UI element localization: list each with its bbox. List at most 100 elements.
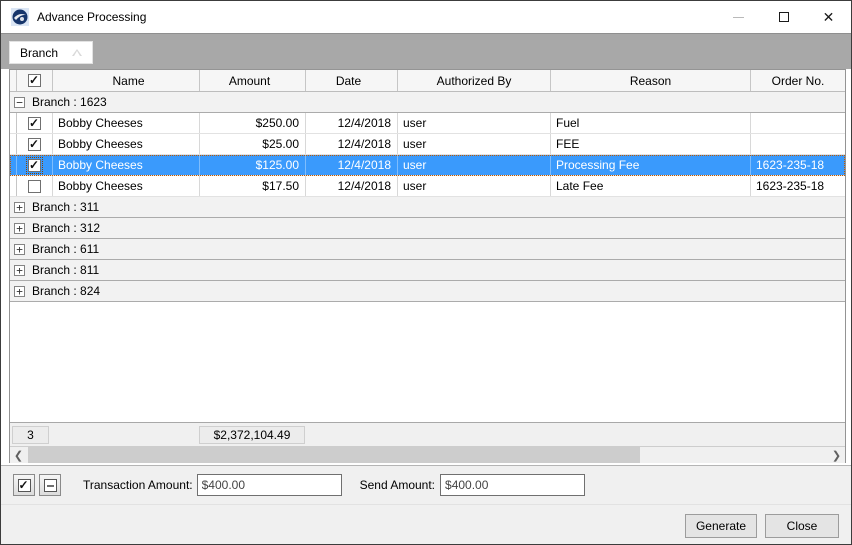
cell-authorized-by[interactable]: user	[398, 113, 551, 133]
expand-icon[interactable]: +	[14, 202, 25, 213]
summary-total: $2,372,104.49	[199, 426, 305, 444]
group-row-branch-311[interactable]: + Branch : 311	[10, 197, 845, 218]
uncheck-all-icon	[44, 479, 57, 492]
cell-date[interactable]: 12/4/2018	[306, 176, 398, 196]
summary-count: 3	[12, 426, 49, 444]
transaction-amount-label: Transaction Amount:	[83, 478, 193, 492]
row-checkbox[interactable]	[28, 159, 41, 172]
header-name[interactable]: Name	[53, 70, 200, 91]
maximize-icon	[779, 12, 789, 22]
title-bar: Advance Processing ✕	[1, 1, 851, 33]
close-button[interactable]: ✕	[806, 1, 851, 33]
collapse-icon[interactable]: −	[14, 97, 25, 108]
check-all-button[interactable]	[13, 474, 35, 496]
cell-amount[interactable]: $125.00	[200, 155, 306, 175]
table-row[interactable]: Bobby Cheeses $17.50 12/4/2018 user Late…	[10, 176, 845, 197]
grid-empty-area	[10, 302, 845, 422]
cell-amount[interactable]: $17.50	[200, 176, 306, 196]
scrollbar-thumb[interactable]	[28, 447, 640, 463]
grid-header-row: Name Amount Date Authorized By Reason Or…	[10, 70, 845, 92]
sort-ascending-icon	[72, 49, 82, 56]
row-checkbox[interactable]	[28, 117, 41, 130]
cell-order-no[interactable]	[751, 134, 845, 154]
cell-name[interactable]: Bobby Cheeses	[53, 134, 200, 154]
row-checkbox-cell[interactable]	[17, 134, 53, 154]
generate-button[interactable]: Generate	[685, 514, 757, 538]
expand-icon[interactable]: +	[14, 286, 25, 297]
maximize-button[interactable]	[761, 1, 806, 33]
group-row-branch-611[interactable]: + Branch : 611	[10, 239, 845, 260]
cell-order-no[interactable]: 1623-235-18	[751, 176, 845, 196]
cell-reason[interactable]: FEE	[551, 134, 751, 154]
header-order-no[interactable]: Order No.	[751, 70, 845, 91]
cell-order-no[interactable]	[751, 113, 845, 133]
row-checkbox-cell[interactable]	[17, 113, 53, 133]
expand-icon[interactable]: +	[14, 244, 25, 255]
group-field-branch[interactable]: Branch	[9, 41, 93, 64]
row-checkbox[interactable]	[28, 138, 41, 151]
header-authorized-by[interactable]: Authorized By	[398, 70, 551, 91]
cell-authorized-by[interactable]: user	[398, 155, 551, 175]
row-indent	[10, 134, 17, 154]
dialog-buttons: Generate Close	[1, 504, 851, 545]
table-row[interactable]: Bobby Cheeses $250.00 12/4/2018 user Fue…	[10, 113, 845, 134]
cell-reason[interactable]: Late Fee	[551, 176, 751, 196]
group-row-branch-312[interactable]: + Branch : 312	[10, 218, 845, 239]
cell-reason[interactable]: Processing Fee	[551, 155, 751, 175]
cell-authorized-by[interactable]: user	[398, 176, 551, 196]
header-date[interactable]: Date	[306, 70, 398, 91]
group-label: Branch : 311	[32, 200, 99, 214]
cell-name[interactable]: Bobby Cheeses	[53, 113, 200, 133]
cell-date[interactable]: 12/4/2018	[306, 134, 398, 154]
group-label: Branch : 312	[32, 221, 100, 235]
select-all-checkbox[interactable]	[28, 74, 41, 87]
group-by-bar: Branch	[1, 33, 851, 69]
row-checkbox-cell[interactable]	[17, 155, 53, 175]
row-indent	[10, 176, 17, 196]
group-row-branch-811[interactable]: + Branch : 811	[10, 260, 845, 281]
expand-icon[interactable]: +	[14, 223, 25, 234]
row-indent	[10, 113, 17, 133]
transactions-grid: Name Amount Date Authorized By Reason Or…	[9, 69, 846, 463]
group-label: Branch : 1623	[32, 95, 107, 109]
header-reason[interactable]: Reason	[551, 70, 751, 91]
cell-date[interactable]: 12/4/2018	[306, 113, 398, 133]
group-row-branch-1623[interactable]: − Branch : 1623	[10, 92, 845, 113]
cell-authorized-by[interactable]: user	[398, 134, 551, 154]
header-indent	[10, 70, 17, 91]
app-icon	[11, 8, 29, 26]
table-row-selected[interactable]: Bobby Cheeses $125.00 12/4/2018 user Pro…	[10, 155, 845, 176]
row-indent	[10, 155, 17, 175]
footer-controls: Transaction Amount: Send Amount:	[1, 465, 851, 504]
expand-icon[interactable]: +	[14, 265, 25, 276]
cell-amount[interactable]: $25.00	[200, 134, 306, 154]
close-dialog-button[interactable]: Close	[765, 514, 839, 538]
group-field-label: Branch	[20, 46, 58, 60]
cell-name[interactable]: Bobby Cheeses	[53, 176, 200, 196]
select-all-header-cell[interactable]	[17, 70, 53, 91]
horizontal-scrollbar[interactable]: ❮ ❯	[10, 446, 845, 463]
group-label: Branch : 611	[32, 242, 99, 256]
minimize-icon	[733, 17, 744, 18]
group-label: Branch : 811	[32, 263, 99, 277]
row-checkbox[interactable]	[28, 180, 41, 193]
scroll-left-arrow-icon[interactable]: ❮	[10, 447, 27, 463]
cell-name[interactable]: Bobby Cheeses	[53, 155, 200, 175]
uncheck-all-button[interactable]	[39, 474, 61, 496]
table-row[interactable]: Bobby Cheeses $25.00 12/4/2018 user FEE	[10, 134, 845, 155]
cell-amount[interactable]: $250.00	[200, 113, 306, 133]
cell-order-no[interactable]: 1623-235-18	[751, 155, 845, 175]
cell-date[interactable]: 12/4/2018	[306, 155, 398, 175]
group-row-branch-824[interactable]: + Branch : 824	[10, 281, 845, 302]
scroll-right-arrow-icon[interactable]: ❯	[828, 447, 845, 463]
check-all-icon	[18, 479, 31, 492]
row-checkbox-cell[interactable]	[17, 176, 53, 196]
summary-row: 3 $2,372,104.49	[10, 422, 845, 446]
header-amount[interactable]: Amount	[200, 70, 306, 91]
window-controls: ✕	[716, 1, 851, 33]
close-icon: ✕	[823, 10, 835, 24]
group-label: Branch : 824	[32, 284, 100, 298]
send-amount-input[interactable]	[440, 474, 585, 496]
cell-reason[interactable]: Fuel	[551, 113, 751, 133]
transaction-amount-input[interactable]	[197, 474, 342, 496]
